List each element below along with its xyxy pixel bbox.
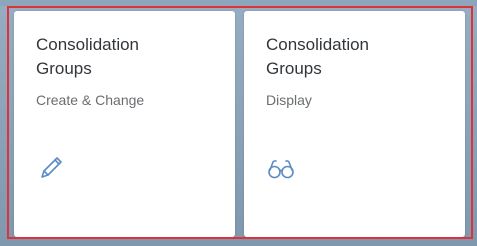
header-strip (0, 0, 477, 6)
launchpad-tile-area: Consolidation Groups Create & Change Con… (0, 0, 477, 246)
tile-title-line1: Consolidation (36, 35, 140, 54)
pencil-icon (41, 157, 62, 178)
tile-title: Consolidation Groups (266, 33, 446, 81)
tile-consolidation-groups-display[interactable]: Consolidation Groups Display (244, 11, 465, 237)
tile-subtitle: Create & Change (36, 92, 145, 108)
tile-title: Consolidation Groups (36, 33, 216, 81)
glasses-icon (268, 160, 294, 179)
tile-title-line1: Consolidation (266, 35, 370, 54)
tile-title-line2: Groups (266, 59, 322, 78)
tile-subtitle: Display (266, 92, 312, 108)
tile-title-line2: Groups (36, 59, 92, 78)
tile-consolidation-groups-create-change[interactable]: Consolidation Groups Create & Change (14, 11, 235, 237)
